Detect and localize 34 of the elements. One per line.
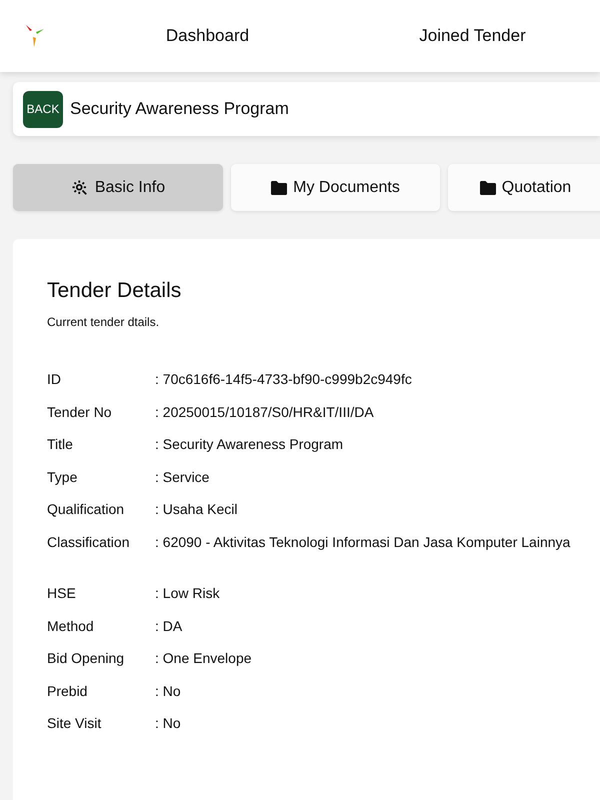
nav-link[interactable]: Dashboard: [166, 26, 250, 46]
tab[interactable]: Basic Info: [13, 164, 223, 211]
field-label: Qualification: [47, 501, 126, 518]
field-label: Site Visit: [47, 715, 102, 732]
field-value: : No: [155, 682, 182, 699]
back-button[interactable]: BACK: [23, 90, 63, 128]
field-label: HSE: [47, 585, 77, 602]
field-value: : One Envelope: [155, 650, 253, 666]
field-label: Prebid: [47, 682, 88, 699]
field-label: Title: [47, 436, 74, 452]
tab[interactable]: My Documents: [231, 164, 440, 211]
folder-icon: [271, 180, 288, 194]
field-value: : 20250015/10187/S0/HR&IT/III/DA: [155, 404, 375, 420]
field-value: : DA: [155, 618, 184, 634]
field-label: Method: [47, 618, 95, 634]
field-value: : Usaha Kecil: [155, 501, 238, 518]
section-heading: Tender Details: [47, 279, 182, 303]
field-label: ID: [47, 371, 62, 388]
field-label: Tender No: [47, 404, 113, 420]
field-value: : 62090 - Aktivitas Teknologi Informasi Dan Jasa Komputer Lainnya: [155, 534, 572, 550]
page-title: Security Awareness Program: [70, 99, 289, 119]
field-label: Type: [47, 468, 78, 485]
logo-icon: [25, 24, 45, 48]
field-value: : Service: [155, 468, 210, 485]
field-label: Bid Opening: [47, 650, 126, 666]
field-value: : 70c616f6-14f5-4733-bf90-c999b2c949fc: [155, 371, 413, 388]
section-subtitle: Current tender dtails.: [47, 315, 160, 329]
field-value: : Low Risk: [155, 585, 221, 602]
field-label: Classification: [47, 534, 130, 550]
nav-link[interactable]: Joined Tender: [419, 26, 526, 46]
field-value: : No: [155, 715, 182, 732]
field-value: : Security Awareness Program: [155, 436, 344, 452]
folder-icon: [480, 180, 496, 194]
tab[interactable]: Quotation: [448, 164, 600, 211]
